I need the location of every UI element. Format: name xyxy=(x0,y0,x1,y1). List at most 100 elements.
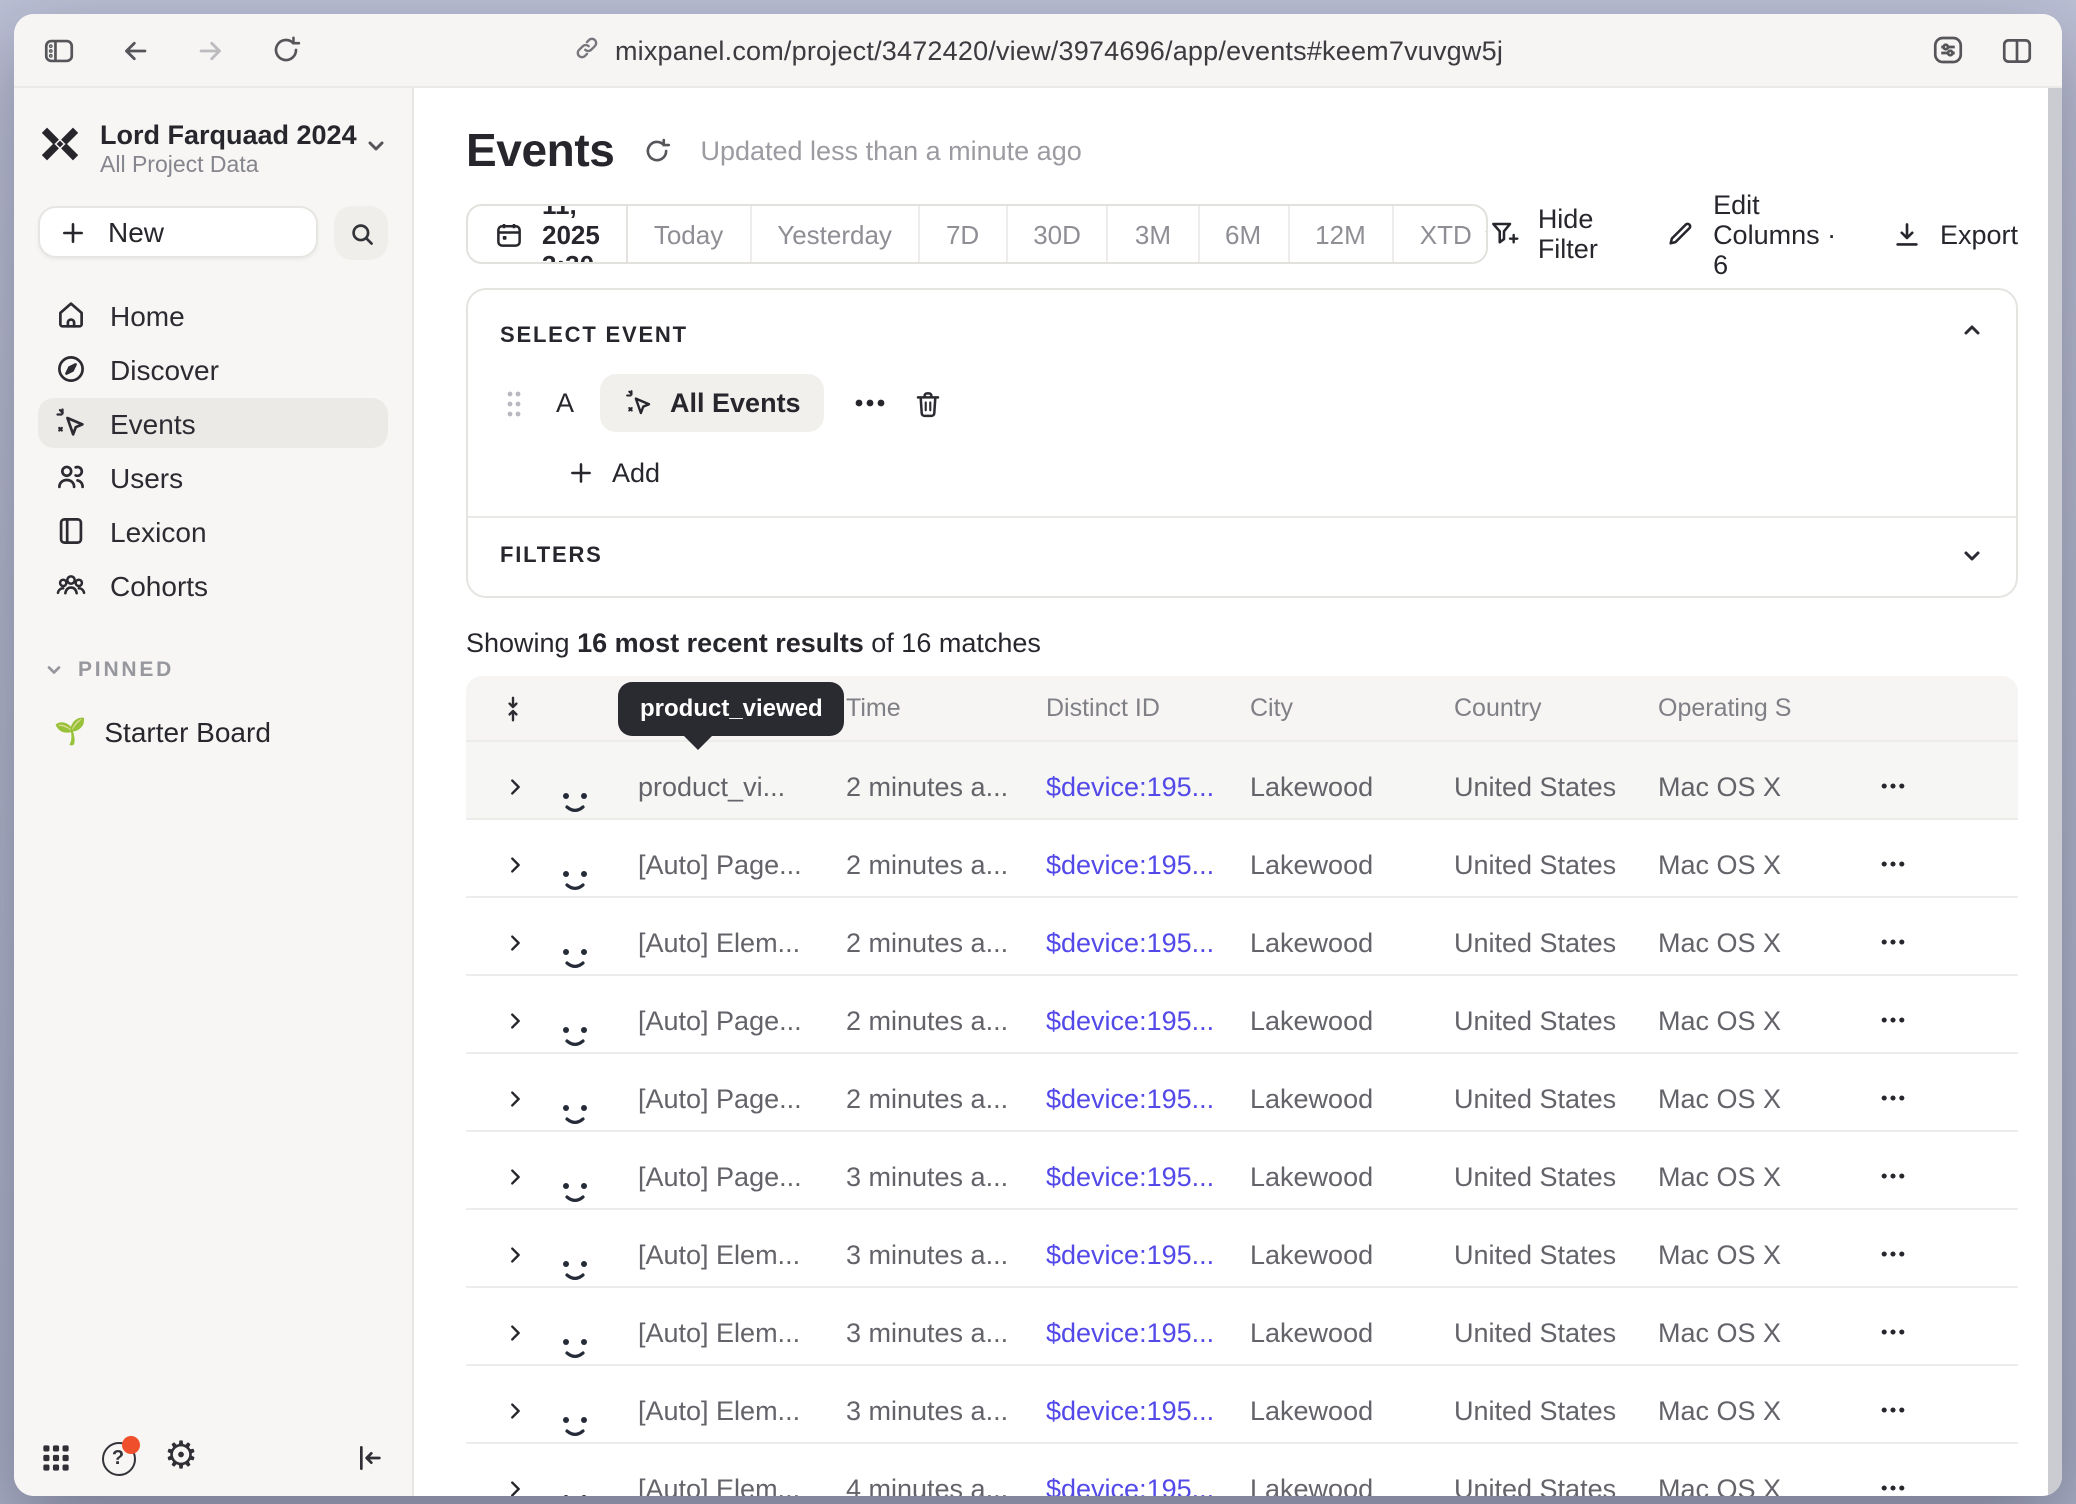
distinct-id-link[interactable]: $device:195... xyxy=(1046,1239,1250,1269)
event-time: 3 minutes a... xyxy=(846,1317,1046,1347)
range-segment-xtd[interactable]: XTD xyxy=(1394,206,1488,262)
apps-grid-icon[interactable] xyxy=(40,1442,72,1474)
pinned-label: PINNED xyxy=(78,658,174,682)
range-segment-3m[interactable]: 3M xyxy=(1109,206,1199,262)
range-segment-7d[interactable]: 7D xyxy=(920,206,1007,262)
sidebar-item-users[interactable]: Users xyxy=(38,452,388,502)
distinct-id-link[interactable]: $device:195... xyxy=(1046,1395,1250,1425)
new-button[interactable]: New xyxy=(38,206,318,258)
sidebar-item-discover[interactable]: Discover xyxy=(38,344,388,394)
edit-columns-button[interactable]: Edit Columns · 6 xyxy=(1663,189,1838,279)
row-expand-icon[interactable] xyxy=(466,775,546,797)
event-os: Mac OS X xyxy=(1658,1083,1870,1113)
row-more-icon[interactable] xyxy=(1870,1016,2018,1024)
add-event-button[interactable]: Add xyxy=(568,458,1984,488)
row-more-icon[interactable] xyxy=(1870,1328,2018,1336)
sidebar-item-home[interactable]: Home xyxy=(38,290,388,340)
scrollbar[interactable] xyxy=(2048,88,2062,1496)
distinct-id-link[interactable]: $device:195... xyxy=(1046,1005,1250,1035)
table-row[interactable]: [Auto] Page... 3 minutes a... $device:19… xyxy=(466,1130,2018,1208)
expand-section-icon[interactable] xyxy=(1960,544,1984,568)
row-expand-icon[interactable] xyxy=(466,1243,546,1265)
hide-filter-button[interactable]: Hide Filter xyxy=(1488,204,1609,264)
row-expand-icon[interactable] xyxy=(466,1477,546,1496)
refresh-icon[interactable] xyxy=(642,135,672,165)
select-event-label: SELECT EVENT xyxy=(500,324,688,348)
distinct-id-link[interactable]: $device:195... xyxy=(1046,1083,1250,1113)
range-segment-today[interactable]: Today xyxy=(628,206,751,262)
row-more-icon[interactable] xyxy=(1870,938,2018,946)
project-switcher[interactable]: Lord Farquaad 2024 All Project Data xyxy=(38,120,388,178)
distinct-id-link[interactable]: $device:195... xyxy=(1046,1161,1250,1191)
range-segment-yesterday[interactable]: Yesterday xyxy=(751,206,920,262)
sidebar-item-starter-board[interactable]: 🌱 Starter Board xyxy=(38,708,388,756)
table-row[interactable]: [Auto] Page... 2 minutes a... $device:19… xyxy=(466,1052,2018,1130)
back-icon[interactable] xyxy=(118,33,152,67)
sidebar-item-lexicon[interactable]: Lexicon xyxy=(38,506,388,556)
all-events-chip[interactable]: All Events xyxy=(600,374,825,432)
row-more-icon[interactable] xyxy=(1870,1172,2018,1180)
export-button[interactable]: Export xyxy=(1892,219,2018,249)
notification-dot xyxy=(122,1436,140,1454)
table-row[interactable]: [Auto] Elem... 3 minutes a... $device:19… xyxy=(466,1208,2018,1286)
column-header-time[interactable]: Time xyxy=(846,694,1046,722)
sidebar-item-events[interactable]: Events xyxy=(38,398,388,448)
distinct-id-link[interactable]: $device:195... xyxy=(1046,1317,1250,1347)
column-header-os[interactable]: Operating S xyxy=(1658,694,1870,722)
column-header-country[interactable]: Country xyxy=(1454,694,1658,722)
split-view-icon[interactable] xyxy=(2000,33,2034,67)
trash-icon[interactable] xyxy=(913,387,945,419)
sort-order-icon[interactable] xyxy=(466,693,546,723)
sidebar-toggle-icon[interactable] xyxy=(42,33,76,67)
reload-icon[interactable] xyxy=(270,34,302,66)
more-options-icon[interactable] xyxy=(855,398,887,408)
drag-handle-icon[interactable] xyxy=(506,389,522,417)
date-picker[interactable]: Mar 11, 2025 3:30 pm xyxy=(468,206,628,262)
row-more-icon[interactable] xyxy=(1870,782,2018,790)
table-row[interactable]: [Auto] Elem... 2 minutes a... $device:19… xyxy=(466,896,2018,974)
range-segment-30d[interactable]: 30D xyxy=(1007,206,1109,262)
row-expand-icon[interactable] xyxy=(466,1009,546,1031)
event-country: United States xyxy=(1454,1161,1658,1191)
row-expand-icon[interactable] xyxy=(466,853,546,875)
desktop: mixpanel.com/project/3472420/view/397469… xyxy=(0,0,2076,1504)
distinct-id-link[interactable]: $device:195... xyxy=(1046,849,1250,879)
filters-section[interactable]: FILTERS xyxy=(468,518,2016,596)
column-header-city[interactable]: City xyxy=(1250,694,1454,722)
row-expand-icon[interactable] xyxy=(466,931,546,953)
sidebar-item-cohorts[interactable]: Cohorts xyxy=(38,560,388,610)
row-more-icon[interactable] xyxy=(1870,1094,2018,1102)
distinct-id-link[interactable]: $device:195... xyxy=(1046,771,1250,801)
forward-icon[interactable] xyxy=(194,33,228,67)
gear-icon[interactable]: ⚙ xyxy=(164,1440,198,1476)
table-row[interactable]: [Auto] Elem... 3 minutes a... $device:19… xyxy=(466,1364,2018,1442)
search-button[interactable] xyxy=(334,206,388,260)
row-more-icon[interactable] xyxy=(1870,1406,2018,1414)
address-bar[interactable]: mixpanel.com/project/3472420/view/397469… xyxy=(573,14,1503,86)
pinned-section-header[interactable]: PINNED xyxy=(38,658,388,682)
range-segment-6m[interactable]: 6M xyxy=(1199,206,1289,262)
collapse-section-icon[interactable] xyxy=(1960,316,1984,352)
reader-settings-icon[interactable] xyxy=(1930,32,1966,68)
row-expand-icon[interactable] xyxy=(466,1165,546,1187)
event-country: United States xyxy=(1454,1395,1658,1425)
table-row[interactable]: [Auto] Page... 2 minutes a... $device:19… xyxy=(466,818,2018,896)
row-more-icon[interactable] xyxy=(1870,1484,2018,1492)
distinct-id-link[interactable]: $device:195... xyxy=(1046,1473,1250,1496)
range-segment-12m[interactable]: 12M xyxy=(1289,206,1394,262)
row-more-icon[interactable] xyxy=(1870,860,2018,868)
row-more-icon[interactable] xyxy=(1870,1250,2018,1258)
column-header-distinct-id[interactable]: Distinct ID xyxy=(1046,694,1250,722)
row-expand-icon[interactable] xyxy=(466,1321,546,1343)
table-row[interactable]: product_vi... 2 minutes a... $device:195… xyxy=(466,740,2018,818)
event-name: product_vi... xyxy=(638,771,846,801)
table-row[interactable]: [Auto] Elem... 4 minutes a... $device:19… xyxy=(466,1442,2018,1496)
row-expand-icon[interactable] xyxy=(466,1399,546,1421)
collapse-sidebar-icon[interactable] xyxy=(354,1442,386,1474)
event-country: United States xyxy=(1454,1317,1658,1347)
table-row[interactable]: [Auto] Page... 2 minutes a... $device:19… xyxy=(466,974,2018,1052)
row-expand-icon[interactable] xyxy=(466,1087,546,1109)
distinct-id-link[interactable]: $device:195... xyxy=(1046,927,1250,957)
table-row[interactable]: [Auto] Elem... 3 minutes a... $device:19… xyxy=(466,1286,2018,1364)
help-button[interactable]: ? xyxy=(100,1440,136,1476)
